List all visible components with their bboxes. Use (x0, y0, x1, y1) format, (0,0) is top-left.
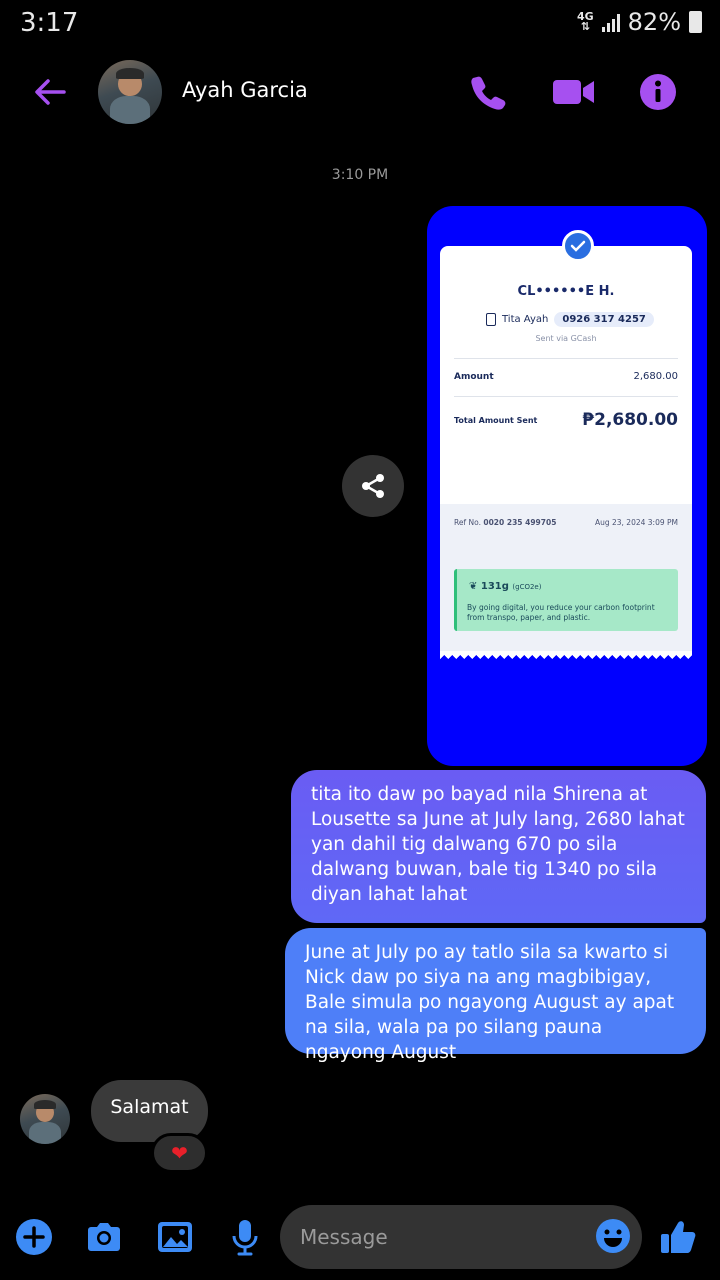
message-input[interactable] (300, 1217, 580, 1257)
contact-avatar[interactable] (98, 60, 162, 124)
ref-value: 0020 235 499705 (483, 518, 557, 527)
video-camera-icon[interactable] (552, 72, 596, 112)
battery-icon (689, 11, 702, 33)
ref-label: Ref No. (454, 518, 481, 527)
divider (454, 358, 678, 359)
carbon-savings-card: ❦ 131g (gCO2e) By going digital, you red… (454, 569, 678, 631)
thumbs-up-icon[interactable] (658, 1217, 698, 1257)
message-composer (0, 1205, 720, 1269)
plus-icon[interactable] (14, 1217, 54, 1257)
battery-percent: 82% (627, 8, 681, 36)
total-label: Total Amount Sent (454, 416, 538, 425)
receipt-torn-edge (440, 651, 692, 659)
chat-header: Ayah Garcia (0, 56, 720, 128)
network-indicator: 4G ⇅ (576, 10, 594, 33)
leaf-icon: ❦ (469, 581, 478, 592)
status-right: 4G ⇅ 82% (577, 8, 702, 36)
message-field[interactable] (280, 1205, 642, 1269)
message-timestamp: 3:10 PM (331, 167, 389, 183)
total-value: ₱2,680.00 (582, 410, 678, 430)
emoji-icon[interactable] (594, 1217, 632, 1255)
carbon-value-row: ❦ 131g (gCO2e) (469, 581, 541, 592)
microphone-icon[interactable] (225, 1217, 265, 1257)
sent-message[interactable]: June at July po ay tatlo sila sa kwarto … (285, 928, 706, 1063)
share-icon[interactable] (342, 455, 404, 517)
receipt-sender-row: Tita Ayah 0926 317 4257 (486, 312, 654, 327)
image-icon[interactable] (155, 1217, 195, 1257)
info-icon[interactable] (638, 72, 678, 112)
heart-reaction[interactable]: ❤ (151, 1133, 208, 1173)
back-arrow-icon[interactable] (30, 72, 70, 112)
receipt-date: Aug 23, 2024 3:09 PM (594, 518, 678, 527)
contact-name[interactable]: Ayah Garcia (182, 78, 308, 102)
check-icon (562, 230, 594, 262)
receipt-phone: 0926 317 4257 (554, 312, 654, 327)
carbon-text: By going digital, you reduce your carbon… (467, 603, 655, 622)
amount-value: 2,680.00 (633, 371, 678, 382)
wallet-icon (486, 313, 496, 326)
heart-icon: ❤ (171, 1141, 188, 1165)
gcash-receipt: CL••••••E H. Tita Ayah 0926 317 4257 Sen… (440, 230, 692, 651)
phone-icon[interactable] (468, 72, 508, 112)
divider (454, 396, 678, 397)
carbon-value: 131g (480, 581, 509, 592)
status-bar: 3:17 4G ⇅ 82% (0, 0, 720, 46)
receipt-recipient: CL••••••E H. (517, 284, 615, 299)
contact-avatar-small[interactable] (20, 1094, 70, 1144)
camera-icon[interactable] (84, 1217, 124, 1257)
receipt-sender-name: Tita Ayah (502, 314, 549, 325)
receipt-image-message[interactable]: CL••••••E H. Tita Ayah 0926 317 4257 Sen… (427, 206, 707, 766)
signal-icon (601, 12, 620, 32)
sent-message[interactable]: tita ito daw po bayad nila Shirena at Lo… (291, 770, 706, 923)
network-type: 4G (576, 10, 594, 23)
amount-label: Amount (454, 372, 494, 382)
status-time: 3:17 (20, 8, 79, 38)
receipt-sent-via: Sent via GCash (535, 334, 597, 343)
receipt-ref: Ref No. 0020 235 499705 (454, 518, 556, 527)
carbon-unit: (gCO2e) (512, 583, 542, 591)
